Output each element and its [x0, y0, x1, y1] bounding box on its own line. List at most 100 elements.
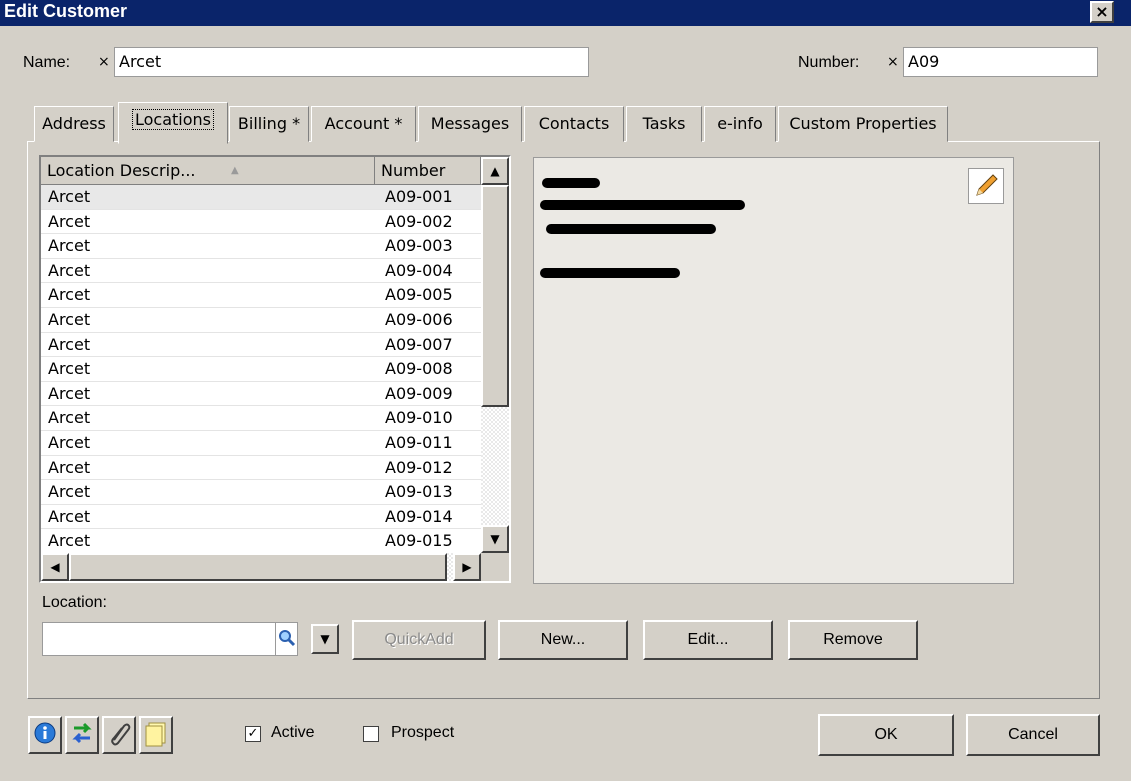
notes-icon	[145, 722, 166, 747]
vertical-scroll-thumb[interactable]	[481, 185, 509, 407]
column-header-number[interactable]: Number	[375, 157, 481, 185]
location-description-cell: Arcet	[48, 260, 91, 280]
edit-address-button[interactable]	[968, 168, 1004, 204]
location-number-cell: A09-010	[385, 408, 453, 428]
table-row[interactable]: Arcet A09-008	[41, 357, 481, 382]
scroll-right-button[interactable]: ▶	[453, 553, 481, 581]
pencil-icon	[976, 174, 998, 196]
location-description-cell: Arcet	[48, 433, 91, 452]
name-required-mark: ×	[98, 54, 110, 70]
locations-list[interactable]: Location Descrip... ▲ Number Arcet A09-00…	[39, 155, 511, 583]
attachment-button[interactable]	[102, 716, 136, 754]
location-description-cell: Arcet	[48, 310, 91, 329]
location-description-cell: Arcet	[48, 236, 91, 256]
vertical-scrollbar[interactable]: ▲ ▼	[481, 157, 509, 553]
location-number-cell: A09-011	[385, 433, 453, 452]
tab-custom-properties[interactable]: Custom Properties	[778, 106, 948, 142]
tab-messages[interactable]: Messages	[418, 106, 522, 142]
location-description-cell: Arcet	[48, 334, 91, 354]
table-row[interactable]: Arcet A09-007	[41, 333, 481, 358]
scroll-left-button[interactable]: ◀	[41, 553, 69, 581]
tab-locations[interactable]: Locations	[118, 102, 228, 144]
remove-button[interactable]: Remove	[788, 620, 918, 660]
location-description-cell: Arcet	[48, 408, 91, 428]
number-input[interactable]: A09	[903, 47, 1098, 77]
notes-button[interactable]	[139, 716, 173, 754]
location-label: Location:	[42, 594, 107, 611]
location-address-preview	[533, 157, 1014, 584]
info-button[interactable]	[28, 716, 62, 754]
tab-address[interactable]: Address	[34, 106, 114, 142]
close-button[interactable]: ×	[1090, 1, 1114, 23]
location-dropdown-button[interactable]: ▼	[311, 624, 339, 654]
swap-button[interactable]	[65, 716, 99, 754]
location-number-cell: A09-006	[385, 310, 453, 329]
tab-billing[interactable]: Billing *	[229, 106, 309, 142]
location-number-cell: A09-001	[385, 187, 453, 206]
name-input[interactable]: Arcet	[114, 47, 589, 77]
window-title: Edit Customer	[4, 1, 128, 21]
location-number-cell: A09-014	[385, 506, 453, 526]
title-bar	[0, 0, 1131, 26]
scroll-up-button[interactable]: ▲	[481, 157, 509, 185]
scroll-down-button[interactable]: ▼	[481, 525, 509, 553]
location-number-cell: A09-013	[385, 482, 453, 502]
location-number-cell: A09-007	[385, 334, 453, 354]
tab-contacts[interactable]: Contacts	[524, 106, 624, 142]
redacted-text	[546, 224, 716, 234]
chevron-down-icon: ▼	[320, 632, 330, 646]
location-description-cell: Arcet	[48, 457, 91, 477]
location-number-cell: A09-003	[385, 236, 453, 256]
prospect-checkbox[interactable]	[363, 726, 379, 742]
name-label: Name:	[23, 54, 71, 71]
location-description-cell: Arcet	[48, 482, 91, 502]
redacted-text	[540, 200, 745, 210]
location-description-cell: Arcet	[48, 211, 91, 231]
table-row[interactable]: Arcet A09-002	[41, 210, 481, 235]
ok-button[interactable]: OK	[818, 714, 954, 756]
table-row[interactable]: Arcet A09-004	[41, 259, 481, 284]
location-description-cell: Arcet	[48, 285, 91, 305]
redacted-text	[540, 268, 680, 278]
table-row[interactable]: Arcet A09-012	[41, 456, 481, 481]
table-row[interactable]: Arcet A09-001	[41, 185, 481, 210]
location-number-cell: A09-015	[385, 531, 453, 551]
quickadd-button[interactable]: QuickAdd	[352, 620, 486, 660]
table-row[interactable]: Arcet A09-010	[41, 406, 481, 431]
swap-arrows-icon	[72, 722, 92, 744]
prospect-label[interactable]: Prospect	[391, 724, 454, 742]
table-row[interactable]: Arcet A09-011	[41, 431, 481, 456]
scroll-corner	[481, 553, 509, 581]
tab-account[interactable]: Account *	[311, 106, 416, 142]
location-description-cell: Arcet	[48, 359, 91, 379]
tab-tasks[interactable]: Tasks	[626, 106, 702, 142]
cancel-button[interactable]: Cancel	[966, 714, 1100, 756]
table-row[interactable]: Arcet A09-003	[41, 234, 481, 259]
magnifier-icon	[279, 630, 296, 647]
new-button[interactable]: New...	[498, 620, 628, 660]
redacted-text	[542, 178, 600, 188]
info-icon	[34, 722, 56, 744]
horizontal-scrollbar[interactable]: ◀ ▶	[41, 553, 481, 581]
location-description-cell: Arcet	[48, 531, 91, 551]
tab-einfo[interactable]: e-info	[704, 106, 776, 142]
active-checkbox[interactable]: ✓	[245, 726, 261, 742]
table-row[interactable]: Arcet A09-006	[41, 308, 481, 333]
table-row[interactable]: Arcet A09-009	[41, 382, 481, 407]
location-search-button[interactable]	[276, 622, 298, 656]
location-number-cell: A09-009	[385, 383, 453, 403]
table-row[interactable]: Arcet A09-005	[41, 283, 481, 308]
location-number-cell: A09-008	[385, 359, 453, 379]
active-label[interactable]: Active	[271, 724, 315, 742]
number-required-mark: ×	[887, 54, 899, 70]
edit-button[interactable]: Edit...	[643, 620, 773, 660]
location-description-cell: Arcet	[48, 187, 91, 206]
location-input[interactable]	[42, 622, 276, 656]
column-header-description[interactable]: Location Descrip... ▲	[41, 157, 375, 185]
table-row[interactable]: Arcet A09-015	[41, 529, 481, 554]
location-number-cell: A09-005	[385, 285, 453, 305]
horizontal-scroll-thumb[interactable]	[69, 553, 447, 581]
table-row[interactable]: Arcet A09-013	[41, 480, 481, 505]
table-row[interactable]: Arcet A09-014	[41, 505, 481, 530]
location-number-cell: A09-004	[385, 260, 453, 280]
